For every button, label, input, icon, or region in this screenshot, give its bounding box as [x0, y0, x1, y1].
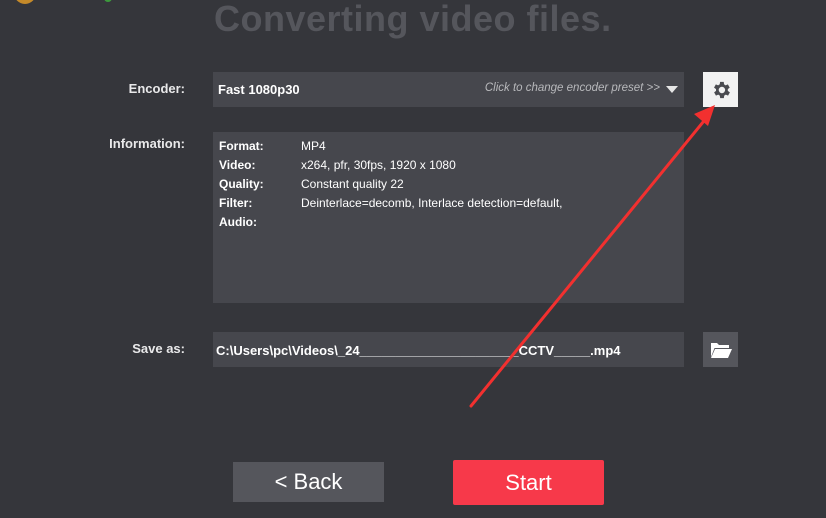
converter-window: Converting video files. Encoder: Fast 10… [0, 0, 826, 518]
app-logo [14, 0, 36, 4]
gear-icon [713, 81, 730, 98]
information-label: Information: [109, 136, 185, 151]
save-as-label: Save as: [132, 341, 185, 356]
info-row-video: Video: x264, pfr, 30fps, 1920 x 1080 [219, 158, 456, 172]
logo-leaf-icon [104, 0, 112, 2]
info-key: Audio: [219, 215, 257, 229]
encoder-settings-button[interactable] [703, 72, 738, 107]
info-value: MP4 [301, 139, 326, 153]
save-as-path-value: C:\Users\pc\Videos\_24__________________… [216, 343, 621, 358]
folder-open-icon [709, 342, 732, 358]
information-panel: Format: MP4 Video: x264, pfr, 30fps, 1920 … [213, 132, 684, 303]
encoder-preset-value: Fast 1080p30 [218, 82, 300, 97]
encoder-preset-dropdown[interactable]: Fast 1080p30 Click to change encoder pre… [213, 72, 684, 107]
back-button[interactable]: < Back [233, 462, 384, 502]
encoder-preset-hint: Click to change encoder preset >> [484, 82, 660, 94]
info-value: Deinterlace=decomb, Interlace detection=… [301, 196, 563, 210]
browse-folder-button[interactable] [703, 332, 738, 367]
caret-down-icon [666, 86, 678, 93]
page-title: Converting video files. [214, 0, 612, 39]
save-as-path-field[interactable]: C:\Users\pc\Videos\_24__________________… [213, 332, 684, 367]
info-row-format: Format: MP4 [219, 139, 326, 153]
info-value: x264, pfr, 30fps, 1920 x 1080 [301, 158, 456, 172]
info-value: Constant quality 22 [301, 177, 404, 191]
info-row-audio: Audio: [219, 215, 301, 229]
encoder-label: Encoder: [128, 81, 185, 96]
info-row-quality: Quality: Constant quality 22 [219, 177, 404, 191]
info-key: Filter: [219, 196, 253, 210]
info-key: Video: [219, 158, 256, 172]
info-key: Format: [219, 139, 264, 153]
start-button[interactable]: Start [453, 460, 604, 505]
info-key: Quality: [219, 177, 264, 191]
info-row-filter: Filter: Deinterlace=decomb, Interlace det… [219, 196, 563, 210]
